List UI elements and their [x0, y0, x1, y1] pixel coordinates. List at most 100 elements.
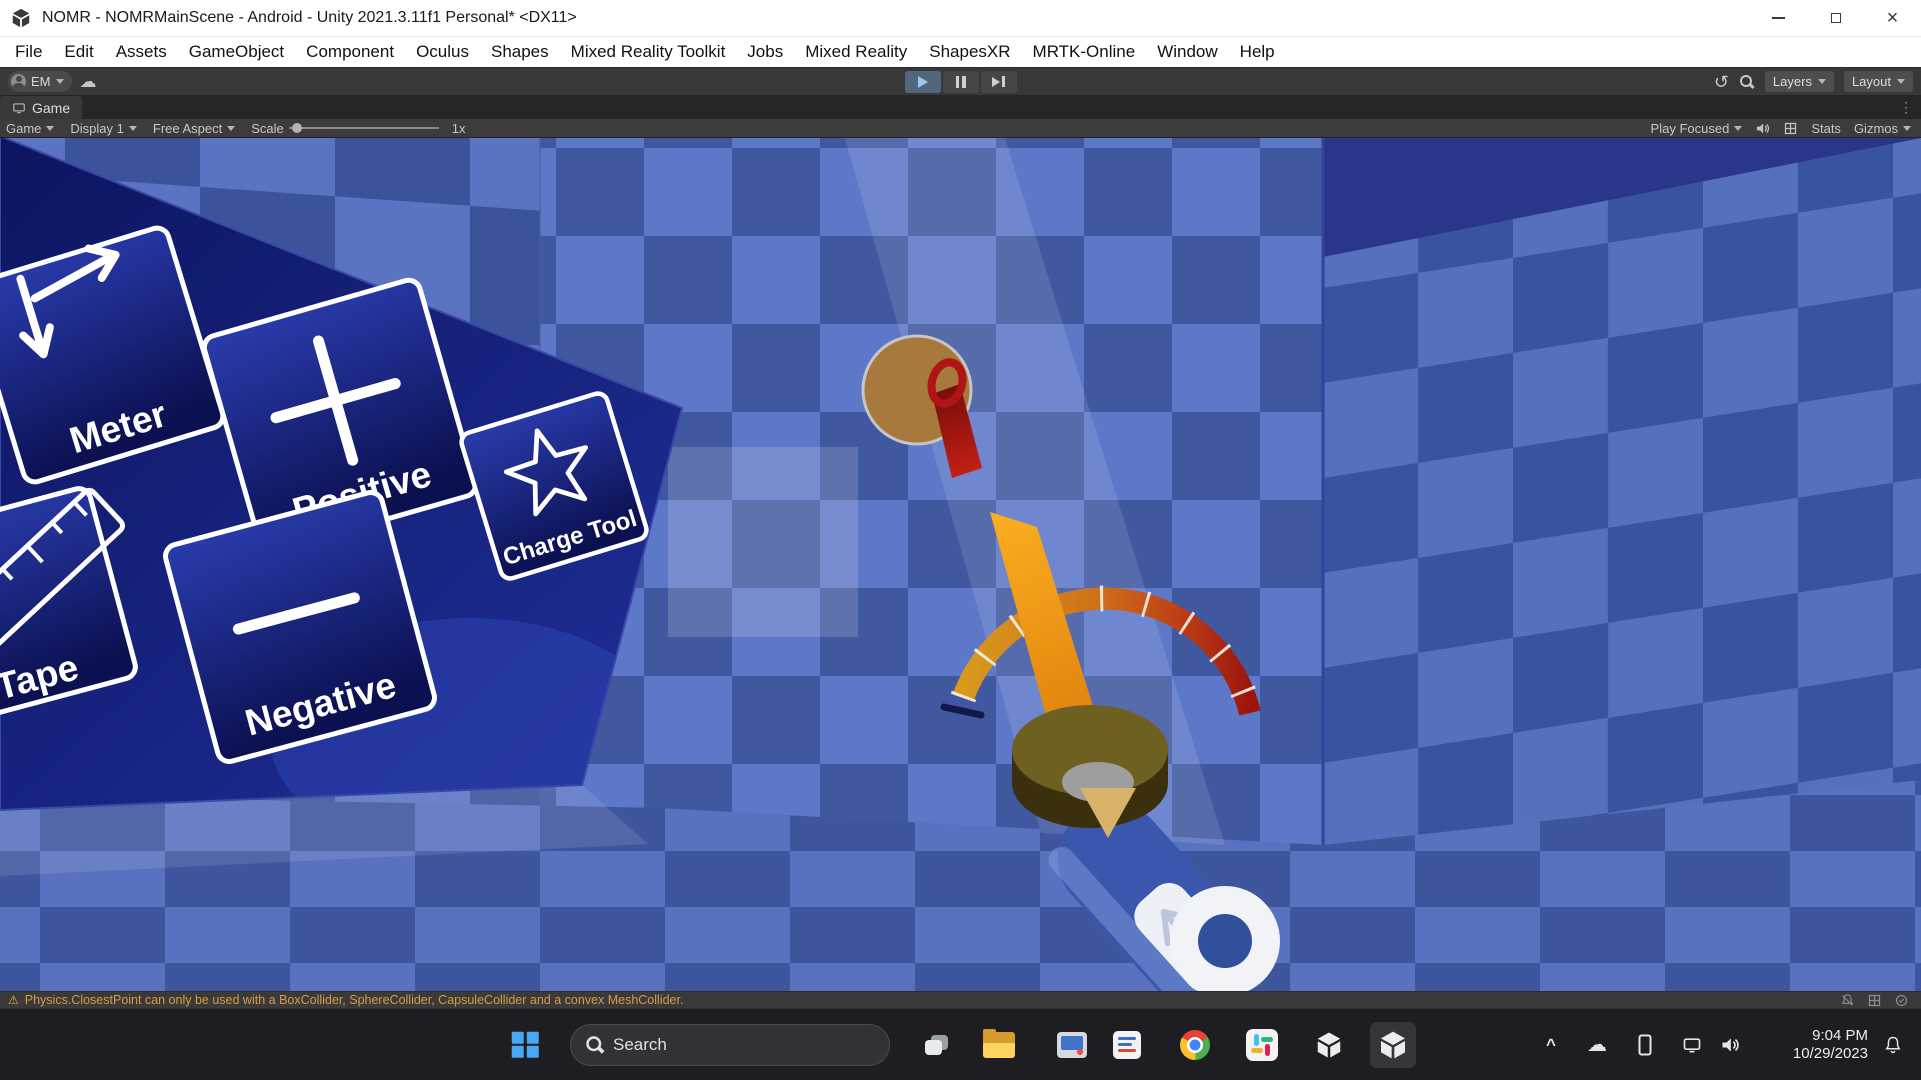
slider-track	[289, 127, 439, 129]
close-icon: ×	[1887, 8, 1899, 28]
play-button[interactable]	[905, 71, 941, 93]
undo-history-icon[interactable]: ↺	[1714, 73, 1729, 91]
game-mode-dropdown[interactable]: Game	[6, 121, 54, 136]
layout-label: Layout	[1852, 74, 1891, 89]
chevron-up-icon: ^	[1546, 1035, 1556, 1055]
windows-taskbar: Search ^ ☁ 9:04 PM 10/29	[0, 1008, 1921, 1080]
caret-down-icon	[46, 126, 54, 131]
audio-mute-icon[interactable]	[1755, 121, 1770, 136]
account-label: EM	[31, 74, 51, 89]
account-button[interactable]: EM	[8, 71, 72, 92]
vsync-grid-icon[interactable]	[1783, 121, 1798, 136]
taskbar-app-1-button[interactable]	[1057, 1032, 1087, 1058]
phone-link-button[interactable]	[1639, 1034, 1652, 1055]
game-tab-label: Game	[32, 100, 70, 116]
menu-item-gameobject[interactable]: GameObject	[178, 37, 295, 67]
minimize-button[interactable]	[1750, 0, 1807, 36]
task-view-icon	[924, 1033, 950, 1057]
menu-item-file[interactable]: File	[4, 37, 53, 67]
layout-dropdown[interactable]: Layout	[1844, 71, 1913, 92]
layers-dropdown[interactable]: Layers	[1765, 71, 1834, 92]
mute-notifications-icon[interactable]	[1840, 993, 1855, 1008]
play-focused-dropdown[interactable]: Play Focused	[1651, 121, 1743, 136]
progress-grid-icon[interactable]	[1867, 993, 1882, 1008]
scale-label: Scale	[251, 121, 284, 136]
console-message[interactable]: Physics.ClosestPoint can only be used wi…	[25, 993, 684, 1007]
unity-editor-button[interactable]	[1370, 1022, 1416, 1068]
display-cast-button[interactable]	[1682, 1035, 1702, 1055]
caret-down-icon	[1897, 79, 1905, 84]
taskbar-search[interactable]: Search	[570, 1024, 890, 1066]
aspect-label: Free Aspect	[153, 121, 222, 136]
menu-item-jobs[interactable]: Jobs	[736, 37, 794, 67]
menu-item-oculus[interactable]: Oculus	[405, 37, 480, 67]
menu-item-help[interactable]: Help	[1229, 37, 1286, 67]
game-mode-label: Game	[6, 121, 41, 136]
menu-item-shapesxr[interactable]: ShapesXR	[918, 37, 1021, 67]
chrome-icon	[1180, 1030, 1210, 1060]
menu-item-shapes[interactable]: Shapes	[480, 37, 560, 67]
pause-icon	[956, 76, 966, 88]
aspect-dropdown[interactable]: Free Aspect	[153, 121, 235, 136]
minimize-icon	[1772, 17, 1785, 19]
scale-slider[interactable]	[289, 122, 439, 134]
ring-button-inner	[1198, 914, 1252, 968]
task-view-button[interactable]	[924, 1033, 950, 1057]
caret-down-icon	[1818, 79, 1826, 84]
right-wall	[1323, 138, 1921, 873]
active-app-plate	[1370, 1022, 1416, 1068]
volume-button[interactable]	[1720, 1035, 1740, 1055]
unity-status-bar[interactable]: ⚠ Physics.ClosestPoint can only be used …	[0, 991, 1921, 1008]
cloud-services-icon[interactable]: ☁	[80, 73, 97, 90]
slack-icon	[1246, 1029, 1278, 1061]
start-button[interactable]	[512, 1031, 539, 1058]
tab-options-icon[interactable]: ⋮	[1899, 96, 1913, 119]
caret-down-icon	[56, 79, 64, 84]
restore-icon	[1831, 13, 1841, 23]
menu-item-mrtk-online[interactable]: MRTK-Online	[1022, 37, 1147, 67]
clock-date: 10/29/2023	[1793, 1045, 1868, 1063]
onedrive-button[interactable]: ☁	[1587, 1035, 1607, 1055]
search-icon[interactable]	[1739, 74, 1755, 90]
menu-item-component[interactable]: Component	[295, 37, 405, 67]
tray-overflow-button[interactable]: ^	[1546, 1035, 1556, 1055]
close-button[interactable]: ×	[1864, 0, 1921, 36]
layers-label: Layers	[1773, 74, 1812, 89]
game-view[interactable]: Meter Positive Charge Tool Tape	[0, 138, 1921, 991]
speaker-icon	[1720, 1035, 1740, 1055]
taskbar-app-2-button[interactable]	[1113, 1031, 1141, 1059]
clock-time: 9:04 PM	[1793, 1027, 1868, 1045]
file-explorer-button[interactable]	[983, 1032, 1015, 1058]
display-dropdown[interactable]: Display 1	[70, 121, 136, 136]
status-check-icon[interactable]	[1894, 993, 1909, 1008]
slider-thumb[interactable]	[292, 123, 302, 133]
display-label: Display 1	[70, 121, 123, 136]
gizmos-dropdown[interactable]: Gizmos	[1854, 121, 1911, 136]
slack-button[interactable]	[1246, 1029, 1278, 1061]
stats-toggle[interactable]: Stats	[1811, 121, 1841, 136]
pause-button[interactable]	[943, 71, 979, 93]
bell-icon	[1883, 1035, 1903, 1055]
menu-item-assets[interactable]: Assets	[105, 37, 178, 67]
step-button[interactable]	[981, 71, 1017, 93]
unity-hub-button[interactable]	[1314, 1030, 1344, 1060]
taskbar-clock[interactable]: 9:04 PM 10/29/2023	[1793, 1027, 1868, 1063]
wall-highlight-patch	[668, 447, 858, 637]
tab-game[interactable]: Game	[0, 96, 82, 119]
unity-logo-icon	[10, 7, 32, 29]
menu-item-window[interactable]: Window	[1146, 37, 1228, 67]
menu-item-edit[interactable]: Edit	[53, 37, 104, 67]
window-title: NOMR - NOMRMainScene - Android - Unity 2…	[42, 9, 577, 27]
caret-down-icon	[227, 126, 235, 131]
notifications-button[interactable]	[1883, 1035, 1903, 1055]
search-label: Search	[613, 1035, 667, 1055]
windows-logo-icon	[512, 1031, 539, 1058]
menu-item-mixed-reality-toolkit[interactable]: Mixed Reality Toolkit	[560, 37, 737, 67]
menu-item-mixed-reality[interactable]: Mixed Reality	[794, 37, 918, 67]
game-view-icon	[12, 101, 26, 115]
maximize-button[interactable]	[1807, 0, 1864, 36]
search-icon	[585, 1035, 605, 1055]
chrome-button[interactable]	[1180, 1030, 1210, 1060]
folder-icon	[983, 1032, 1015, 1058]
step-icon	[992, 76, 1005, 87]
